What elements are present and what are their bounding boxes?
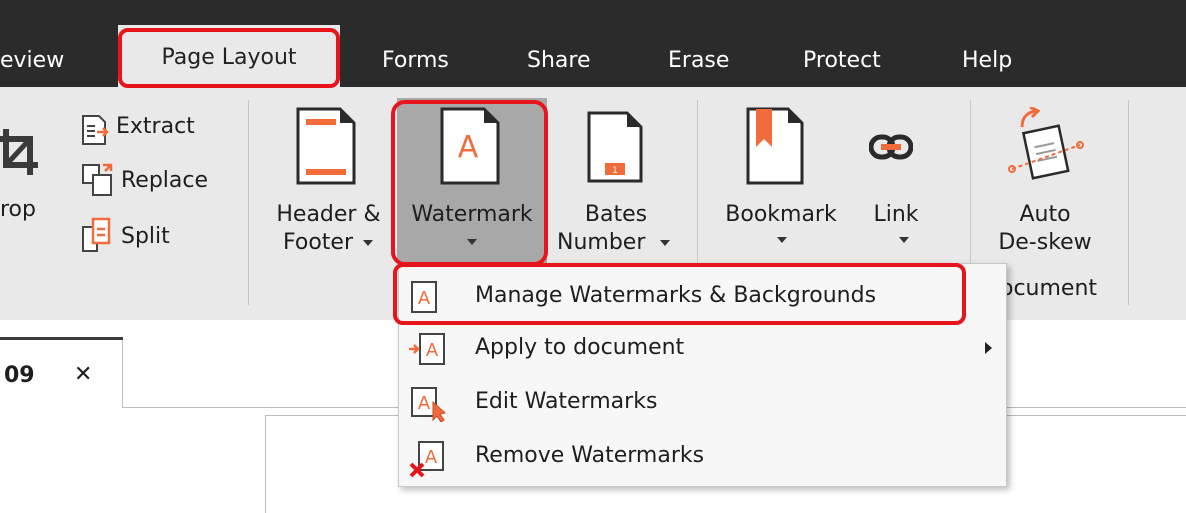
bates-number-dropdown-arrow[interactable] <box>660 240 670 246</box>
split-icon <box>81 217 121 257</box>
watermark-button-label[interactable]: Watermark <box>397 201 547 229</box>
split-button[interactable]: Split <box>121 223 170 251</box>
link-label[interactable]: Link <box>866 201 926 229</box>
menu-item-edit-watermarks[interactable]: A Edit Watermarks <box>399 376 1006 428</box>
menu-item-label: Manage Watermarks & Backgrounds <box>475 283 877 308</box>
bates-number-label-line1[interactable]: Bates <box>556 201 676 229</box>
svg-text:A: A <box>458 130 479 165</box>
header-footer-label-line2[interactable]: Footer <box>283 229 353 257</box>
close-icon[interactable]: ✕ <box>74 362 92 387</box>
bookmark-dropdown-arrow[interactable] <box>777 237 787 243</box>
menu-item-remove-watermarks[interactable]: A Remove Watermarks <box>399 430 1006 482</box>
menu-item-label: Edit Watermarks <box>475 389 658 414</box>
bates-number-icon: 1 <box>587 111 643 187</box>
watermark-icon: A <box>440 107 500 189</box>
bates-number-label-line2[interactable]: Number <box>557 229 645 257</box>
replace-icon <box>81 163 115 201</box>
tab-erase[interactable]: Erase <box>668 42 729 80</box>
menu-item-label: Remove Watermarks <box>475 443 705 468</box>
svg-text:A: A <box>418 288 431 309</box>
document-tab[interactable]: 09 ✕ <box>0 337 123 412</box>
extract-icon <box>81 114 109 150</box>
svg-text:1: 1 <box>612 166 618 176</box>
crop-button-label[interactable]: rop <box>0 196 36 224</box>
ribbon-group-label-document: ocument <box>1000 276 1098 301</box>
ribbon-tab-bar: eview Page Layout Forms Share Erase Prot… <box>0 0 1186 87</box>
auto-deskew-icon <box>1008 105 1084 191</box>
svg-text:A: A <box>426 340 439 361</box>
bookmark-icon <box>746 107 804 189</box>
extract-button[interactable]: Extract <box>116 113 195 141</box>
submenu-arrow-icon <box>985 342 992 354</box>
tab-protect[interactable]: Protect <box>803 42 881 80</box>
header-footer-dropdown-arrow[interactable] <box>363 240 373 246</box>
ribbon-group-separator <box>1128 100 1129 305</box>
auto-deskew-label-line1[interactable]: Auto <box>990 201 1100 229</box>
doc-tab-border <box>122 340 123 408</box>
menu-item-manage-watermarks[interactable]: A Manage Watermarks & Backgrounds <box>399 270 1006 322</box>
header-footer-icon <box>296 107 356 189</box>
svg-text:A: A <box>418 393 431 414</box>
document-tab-label: 09 <box>4 363 35 388</box>
tab-help[interactable]: Help <box>962 42 1012 80</box>
link-dropdown-arrow[interactable] <box>899 237 909 243</box>
watermark-page-icon: A <box>409 280 443 318</box>
tab-page-layout[interactable]: Page Layout <box>118 25 340 87</box>
watermark-dropdown-menu: A Manage Watermarks & Backgrounds A Appl… <box>398 263 1007 487</box>
replace-button[interactable]: Replace <box>121 167 208 195</box>
page-outline-left <box>265 415 266 513</box>
watermark-dropdown-arrow[interactable] <box>467 239 477 245</box>
tab-review[interactable]: eview <box>0 42 64 80</box>
auto-deskew-label-line2[interactable]: De-skew <box>990 229 1100 257</box>
ribbon-group-separator <box>248 100 249 305</box>
bookmark-label[interactable]: Bookmark <box>716 201 846 229</box>
header-footer-label-line1[interactable]: Header & <box>266 201 391 229</box>
edit-watermark-icon: A <box>409 386 449 426</box>
remove-watermark-icon: A <box>409 440 449 482</box>
link-icon <box>868 134 914 164</box>
menu-item-apply-to-document[interactable]: A Apply to document <box>399 322 1006 374</box>
apply-watermark-icon: A <box>409 332 447 370</box>
svg-text:A: A <box>425 447 438 468</box>
tab-share[interactable]: Share <box>527 42 591 80</box>
tab-forms[interactable]: Forms <box>382 42 449 80</box>
menu-item-label: Apply to document <box>475 335 685 360</box>
crop-icon <box>0 125 40 179</box>
